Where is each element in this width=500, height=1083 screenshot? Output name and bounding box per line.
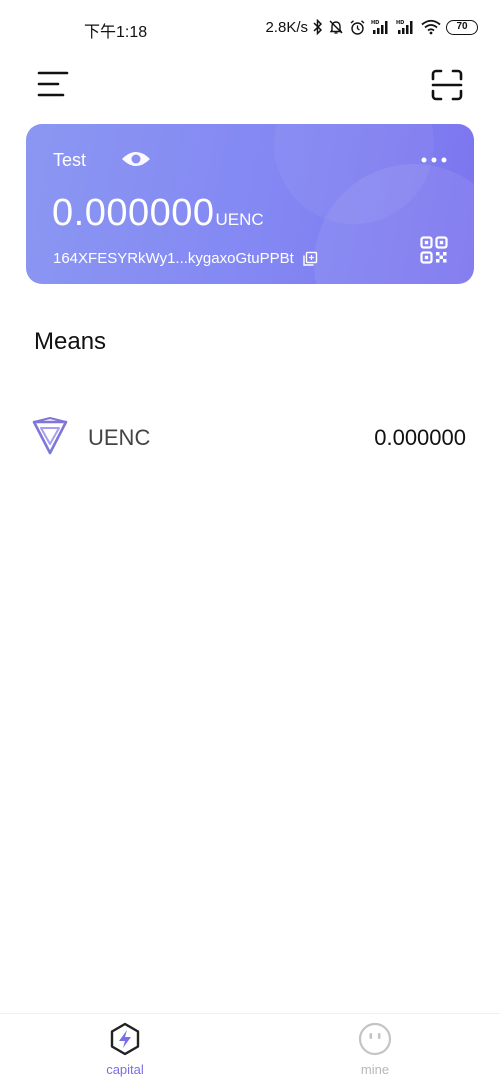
balance-value: 0.000000 bbox=[52, 192, 215, 234]
menu-icon bbox=[37, 71, 69, 97]
more-options-icon[interactable] bbox=[420, 152, 448, 163]
uenc-token-icon bbox=[32, 416, 68, 456]
wifi-icon bbox=[421, 19, 441, 35]
menu-button[interactable] bbox=[36, 68, 70, 102]
wallet-card[interactable]: Test 0.000000 UENC 164XFESYRkWy1...kygax… bbox=[26, 124, 474, 284]
signal-hd-icon-1: HD bbox=[371, 19, 391, 35]
mute-bell-icon bbox=[328, 19, 344, 35]
lightning-hexagon-icon bbox=[108, 1022, 142, 1056]
status-bar: 下午1:18 2.8K/s HD HD 70 bbox=[0, 0, 500, 58]
balance-unit: UENC bbox=[215, 210, 264, 229]
status-indicators: 2.8K/s HD HD 70 bbox=[265, 16, 478, 38]
wallet-name: Test bbox=[53, 150, 87, 170]
smiley-face-icon bbox=[358, 1022, 392, 1056]
wallet-address: 164XFESYRkWy1...kygaxoGtuPPBt bbox=[53, 250, 294, 267]
svg-text:HD: HD bbox=[396, 20, 404, 26]
tab-capital[interactable]: capital bbox=[85, 1022, 165, 1083]
bottom-nav: capital mine bbox=[0, 1013, 500, 1083]
eye-icon[interactable] bbox=[121, 148, 151, 170]
status-time: 下午1:18 bbox=[84, 24, 148, 41]
tab-capital-label: capital bbox=[106, 1062, 144, 1077]
asset-amount: 0.000000 bbox=[374, 425, 466, 450]
alarm-icon bbox=[349, 19, 366, 36]
scan-button[interactable] bbox=[430, 68, 464, 102]
battery-indicator: 70 bbox=[446, 19, 478, 35]
asset-name: UENC bbox=[88, 425, 151, 450]
qr-code-icon[interactable] bbox=[420, 236, 448, 264]
address-row: 164XFESYRkWy1...kygaxoGtuPPBt bbox=[53, 250, 318, 267]
network-speed: 2.8K/s bbox=[265, 18, 308, 36]
tab-mine[interactable]: mine bbox=[335, 1022, 415, 1083]
asset-row-uenc[interactable]: UENC 0.000000 bbox=[32, 414, 468, 460]
copy-icon[interactable] bbox=[302, 251, 318, 267]
signal-hd-icon-2: HD bbox=[396, 19, 416, 35]
means-title: Means bbox=[34, 328, 107, 355]
tab-mine-label: mine bbox=[360, 1062, 390, 1077]
balance-row: 0.000000 UENC bbox=[52, 192, 264, 235]
svg-text:HD: HD bbox=[371, 20, 379, 26]
bluetooth-icon bbox=[313, 19, 323, 35]
scan-icon bbox=[431, 69, 463, 101]
